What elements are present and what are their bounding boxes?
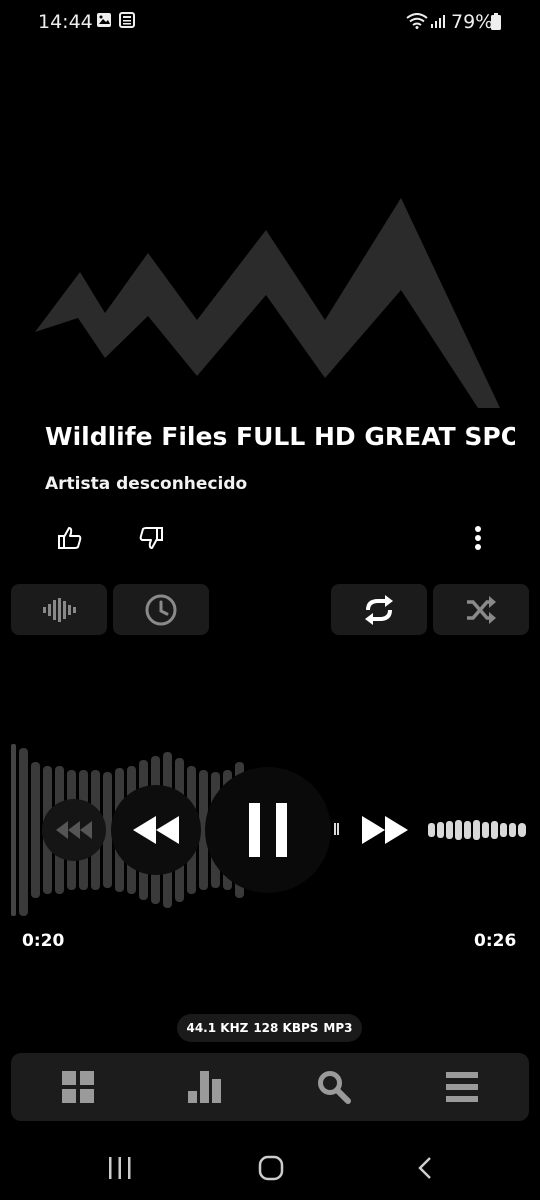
fast-forward-button[interactable] — [350, 798, 420, 862]
repeat-icon — [365, 594, 393, 625]
more-options-button[interactable] — [463, 520, 493, 556]
signal-icon — [430, 13, 446, 33]
previous-track-button[interactable] — [42, 799, 106, 861]
elapsed-time: 0:20 — [22, 931, 65, 951]
play-pause-button[interactable] — [205, 767, 331, 893]
shuffle-button[interactable] — [433, 584, 529, 635]
album-artwork — [0, 150, 540, 440]
image-icon — [96, 12, 112, 32]
total-time: 0:26 — [474, 931, 517, 951]
bitrate: 128 KBPS — [253, 1021, 319, 1035]
battery-icon — [491, 13, 501, 34]
dislike-button[interactable] — [133, 520, 169, 556]
waveform-mode-button[interactable] — [11, 584, 107, 635]
rewind-icon — [133, 816, 179, 844]
thumbs-down-icon — [139, 527, 163, 549]
sleep-timer-button[interactable] — [113, 584, 209, 635]
news-icon — [119, 12, 135, 32]
bar-chart-icon — [188, 1071, 221, 1103]
track-artist: Artista desconhecido — [45, 474, 248, 494]
thumbs-up-icon — [58, 527, 82, 549]
repeat-button[interactable] — [331, 584, 427, 635]
grid-icon — [62, 1071, 94, 1103]
search-button[interactable] — [307, 1067, 361, 1107]
clock-icon — [145, 594, 177, 625]
battery-percent: 79% — [451, 11, 494, 33]
search-icon — [318, 1071, 351, 1104]
bottom-toolbar — [11, 1053, 529, 1121]
track-title: Wildlife Files FULL HD GREAT SPOT — [45, 422, 515, 451]
artwork-mountain-shape — [35, 198, 500, 408]
audio-waveform-icon — [43, 597, 76, 622]
pause-icon — [249, 803, 287, 857]
library-button[interactable] — [51, 1067, 105, 1107]
audio-format-badge[interactable]: 44.1 KHZ 128 KBPS MP3 — [177, 1014, 362, 1042]
like-button[interactable] — [52, 520, 88, 556]
fast-forward-icon — [362, 816, 408, 844]
shuffle-icon — [467, 595, 496, 624]
sample-rate: 44.1 KHZ — [186, 1021, 249, 1035]
home-icon — [258, 1155, 284, 1181]
recent-apps-button[interactable] — [95, 1149, 145, 1187]
codec: MP3 — [323, 1021, 353, 1035]
recents-icon — [109, 1157, 131, 1179]
home-button[interactable] — [246, 1149, 296, 1187]
menu-button[interactable] — [435, 1067, 489, 1107]
status-bar: 14:44 79% — [0, 0, 540, 46]
wifi-icon — [406, 13, 428, 33]
back-chevron-icon — [418, 1157, 431, 1179]
status-time: 14:44 — [38, 11, 93, 33]
equalizer-button[interactable] — [179, 1067, 233, 1107]
rewind-button[interactable] — [111, 785, 201, 875]
more-vert-icon — [475, 526, 481, 550]
skip-back-icon — [56, 821, 92, 839]
system-navigation-bar — [0, 1135, 540, 1200]
back-button[interactable] — [400, 1149, 450, 1187]
hamburger-menu-icon — [446, 1072, 478, 1102]
